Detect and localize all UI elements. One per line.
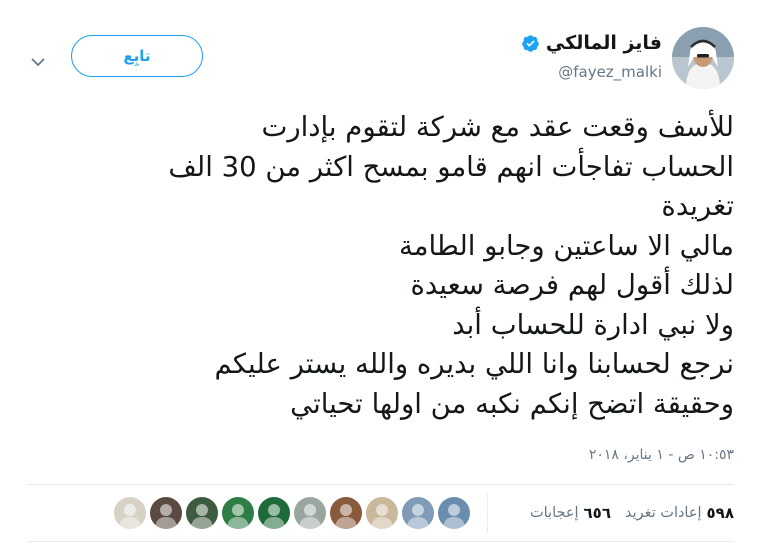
liker-avatar-1[interactable] (438, 497, 470, 529)
likes-stat[interactable]: ٦٥٦ إعجابات (530, 504, 611, 522)
liker-avatar-8[interactable] (186, 497, 218, 529)
tweet-text: للأسف وقعت عقد مع شركة لتقوم بإدارت الحس… (34, 108, 734, 424)
avatar-photo-icon (402, 497, 434, 529)
liker-avatar-10[interactable] (114, 497, 146, 529)
liker-avatar-4[interactable] (330, 497, 362, 529)
avatar-photo-icon (294, 497, 326, 529)
liker-avatar-7[interactable] (222, 497, 254, 529)
author-name[interactable]: فايز المالكي (546, 32, 662, 54)
tweet-text-line: مالي الا ساعتين وجابو الطامة (398, 229, 734, 262)
liker-avatar-2[interactable] (402, 497, 434, 529)
avatar-photo-icon (438, 497, 470, 529)
verified-badge-icon (521, 34, 540, 53)
liker-avatar-3[interactable] (366, 497, 398, 529)
divider (27, 541, 734, 542)
retweets-count: ٥٩٨ (706, 504, 734, 522)
avatar-photo-icon (366, 497, 398, 529)
retweets-stat[interactable]: ٥٩٨ إعادات تغريد (625, 504, 734, 522)
author-handle[interactable]: @fayez_malki (558, 63, 662, 81)
likes-count: ٦٥٦ (583, 504, 611, 522)
chevron-down-icon[interactable] (31, 52, 45, 67)
author-name-row[interactable]: فايز المالكي (521, 32, 662, 54)
avatar-photo-icon (222, 497, 254, 529)
tweet-text-line: ولا نبي ادارة للحساب أبد (452, 308, 734, 341)
tweet-text-line: وحقيقة اتضح إنكم نكبه من اولها تحياتي (290, 387, 734, 420)
profile-photo-icon (672, 27, 734, 89)
retweets-label: إعادات تغريد (625, 505, 702, 521)
tweet-text-line: الحساب تفاجأت انهم قامو بمسح اكثر من 30 … (168, 150, 734, 183)
tweet-text-line: تغريدة (661, 190, 734, 222)
avatar-photo-icon (258, 497, 290, 529)
tweet-text-line: لذلك أقول لهم فرصة سعيدة (410, 269, 734, 301)
avatar-photo-icon (114, 497, 146, 529)
liker-avatar-6[interactable] (258, 497, 290, 529)
liker-avatar-9[interactable] (150, 497, 182, 529)
likes-label: إعجابات (529, 505, 579, 521)
liker-avatar-5[interactable] (294, 497, 326, 529)
tweet-stats: ٥٩٨ إعادات تغريد ٦٥٦ إعجابات (530, 485, 734, 541)
author-avatar[interactable] (672, 27, 734, 89)
tweet-timestamp[interactable]: ١٠:٥٣ ص - ١ يناير، ٢٠١٨ (589, 447, 734, 463)
liker-avatars (114, 497, 470, 529)
tweet-text-line: نرجع لحسابنا وانا اللي بديره والله يستر … (214, 348, 734, 380)
follow-button[interactable]: تابِع (71, 35, 203, 77)
avatar-photo-icon (330, 497, 362, 529)
tweet-card: فايز المالكي @fayez_malki تابِع للأسف وق… (0, 0, 768, 554)
avatar-photo-icon (186, 497, 218, 529)
stats-separator (487, 493, 488, 533)
tweet-text-line: للأسف وقعت عقد مع شركة لتقوم بإدارت (261, 111, 734, 143)
avatar-photo-icon (150, 497, 182, 529)
